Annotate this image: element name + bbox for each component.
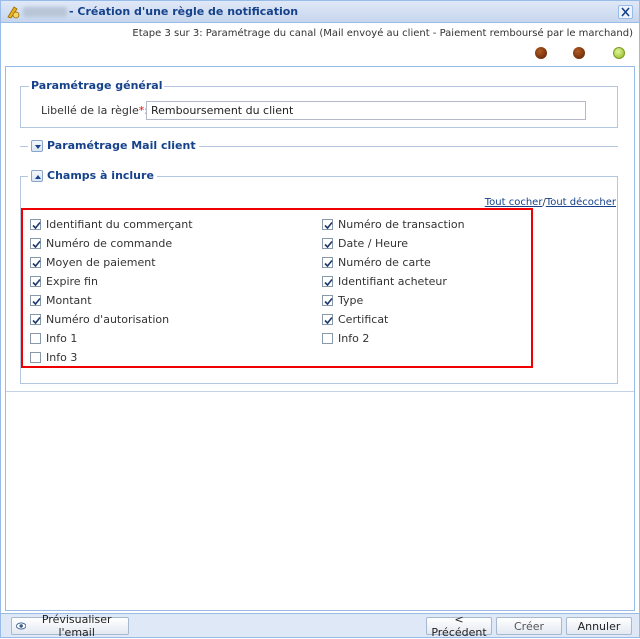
- field-option-label: Type: [338, 294, 364, 307]
- checkbox-checked[interactable]: [30, 276, 41, 287]
- mail-settings-header[interactable]: Paramétrage Mail client: [28, 139, 199, 152]
- field-option-row[interactable]: Type: [322, 294, 363, 307]
- mail-settings-title: Paramétrage Mail client: [47, 139, 196, 152]
- preview-email-button[interactable]: Prévisualiser l'email: [11, 613, 129, 639]
- window-title: - Création d'une règle de notification: [69, 5, 299, 18]
- notification-rule-window: - Création d'une règle de notification E…: [0, 0, 640, 639]
- form-panel: Paramétrage général Libellé de la règle*…: [6, 67, 634, 392]
- rule-label: Libellé de la règle*:: [41, 104, 148, 117]
- field-option-row[interactable]: Info 2: [322, 332, 369, 345]
- checkmark-icon: [32, 316, 41, 325]
- step-3-icon: [613, 47, 625, 59]
- checkmark-icon: [324, 240, 333, 249]
- button-bar: Prévisualiser l'email < Précédent Créer …: [1, 613, 639, 639]
- step-progress: [533, 47, 633, 61]
- field-option-label: Identifiant du commerçant: [46, 218, 193, 231]
- checkbox-checked[interactable]: [30, 295, 41, 306]
- check-all-link[interactable]: Tout cocher: [485, 197, 543, 208]
- checkmark-icon: [32, 297, 41, 306]
- checkbox-unchecked[interactable]: [30, 352, 41, 363]
- field-option-row[interactable]: Moyen de paiement: [30, 256, 156, 269]
- checkbox-unchecked[interactable]: [30, 333, 41, 344]
- checkmark-icon: [324, 221, 333, 230]
- preview-email-label: Prévisualiser l'email: [41, 613, 112, 639]
- field-option-label: Numéro de commande: [46, 237, 173, 250]
- chevron-up-icon: [35, 174, 41, 179]
- checkmark-icon: [32, 240, 41, 249]
- blurred-merchant-name: [23, 7, 67, 17]
- checkmark-icon: [324, 259, 333, 268]
- field-option-label: Numéro de transaction: [338, 218, 465, 231]
- checkbox-checked[interactable]: [30, 238, 41, 249]
- fields-header[interactable]: Champs à inclure: [28, 169, 157, 182]
- title-bar: - Création d'une règle de notification: [1, 1, 639, 23]
- field-option-row[interactable]: Info 1: [30, 332, 77, 345]
- general-settings-legend: Paramétrage général: [29, 79, 165, 92]
- field-option-row[interactable]: Info 3: [30, 351, 77, 364]
- rule-name-input[interactable]: [146, 101, 586, 120]
- field-option-row[interactable]: Montant: [30, 294, 92, 307]
- field-option-label: Info 3: [46, 351, 78, 364]
- eye-icon: [16, 622, 27, 630]
- field-option-label: Numéro de carte: [338, 256, 431, 269]
- fields-title: Champs à inclure: [47, 169, 154, 182]
- checkbox-checked[interactable]: [322, 276, 333, 287]
- checkmark-icon: [32, 259, 41, 268]
- general-settings-fieldset: Paramétrage général Libellé de la règle*…: [20, 79, 618, 128]
- field-option-row[interactable]: Identifiant du commerçant: [30, 218, 193, 231]
- field-option-label: Date / Heure: [338, 237, 409, 250]
- field-option-row[interactable]: Date / Heure: [322, 237, 408, 250]
- close-button[interactable]: [618, 5, 633, 19]
- create-button[interactable]: Créer: [496, 617, 562, 635]
- field-option-label: Numéro d'autorisation: [46, 313, 170, 326]
- app-icon: [5, 4, 21, 20]
- field-option-label: Moyen de paiement: [46, 256, 156, 269]
- field-option-row[interactable]: Numéro de commande: [30, 237, 172, 250]
- previous-button[interactable]: < Précédent: [426, 613, 492, 639]
- checkmark-icon: [324, 278, 333, 287]
- highlight-box: [21, 208, 533, 368]
- collapse-toggle-button[interactable]: [31, 169, 43, 182]
- field-option-row[interactable]: Numéro de transaction: [322, 218, 465, 231]
- step-1-icon: [535, 47, 547, 59]
- checkbox-checked[interactable]: [30, 314, 41, 325]
- checkbox-checked[interactable]: [322, 219, 333, 230]
- checkbox-checked[interactable]: [30, 257, 41, 268]
- checkbox-checked[interactable]: [30, 219, 41, 230]
- field-option-row[interactable]: Numéro d'autorisation: [30, 313, 169, 326]
- checkbox-unchecked[interactable]: [322, 333, 333, 344]
- checkmark-icon: [324, 297, 333, 306]
- field-option-row[interactable]: Identifiant acheteur: [322, 275, 447, 288]
- checkmark-icon: [32, 278, 41, 287]
- field-option-row[interactable]: Expire fin: [30, 275, 98, 288]
- checkmark-icon: [324, 316, 333, 325]
- field-option-label: Montant: [46, 294, 92, 307]
- cancel-button[interactable]: Annuler: [566, 617, 632, 635]
- checkbox-checked[interactable]: [322, 257, 333, 268]
- field-option-label: Info 2: [338, 332, 370, 345]
- uncheck-all-link[interactable]: Tout décocher: [546, 197, 616, 208]
- checkbox-checked[interactable]: [322, 295, 333, 306]
- field-option-label: Certificat: [338, 313, 389, 326]
- check-links: Tout cocher/Tout décocher: [485, 197, 616, 208]
- checkbox-checked[interactable]: [322, 238, 333, 249]
- step-2-icon: [573, 47, 585, 59]
- field-option-label: Identifiant acheteur: [338, 275, 447, 288]
- field-option-row[interactable]: Certificat: [322, 313, 388, 326]
- field-option-label: Info 1: [46, 332, 78, 345]
- field-option-label: Expire fin: [46, 275, 98, 288]
- checkbox-checked[interactable]: [322, 314, 333, 325]
- field-option-row[interactable]: Numéro de carte: [322, 256, 431, 269]
- content-area: Paramétrage général Libellé de la règle*…: [5, 66, 635, 611]
- checkmark-icon: [32, 221, 41, 230]
- chevron-down-icon: [35, 144, 41, 149]
- close-icon: [621, 7, 630, 17]
- expand-toggle-button[interactable]: [31, 139, 43, 152]
- step-indicator-text: Etape 3 sur 3: Paramétrage du canal (Mai…: [132, 28, 633, 39]
